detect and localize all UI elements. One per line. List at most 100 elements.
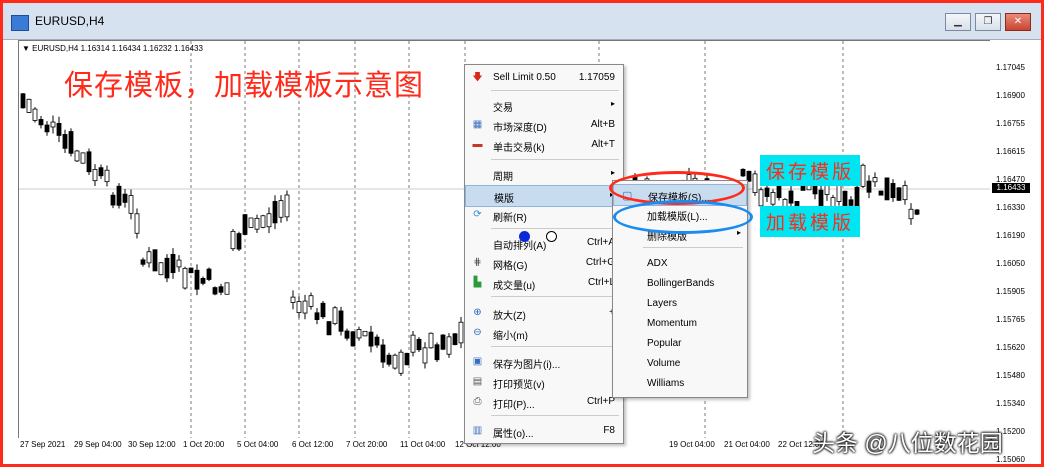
candle [860, 163, 866, 189]
time-tick-label: 19 Oct 04:00 [669, 440, 715, 449]
menu-separator [643, 247, 743, 248]
context-menu-item[interactable]: 自动排列(A) Ctrl+A [465, 233, 623, 253]
candle [446, 333, 452, 358]
context-menu-item[interactable]: 模版▸ [465, 185, 623, 207]
submenu-arrow-icon: ▸ [610, 168, 615, 177]
submenu-item-label: ADX [647, 258, 668, 269]
context-menu-item[interactable]: ⊖缩小(m)- [465, 323, 623, 343]
title-bar[interactable]: EURUSD,H4 ▁ ❐ ✕ [3, 3, 1041, 40]
context-menu-item[interactable]: ▥ 属性(o)... F8 [465, 421, 623, 441]
candle [134, 208, 140, 239]
candle [386, 352, 392, 367]
candle [20, 92, 26, 109]
menu-item-label: 打印预览(v) [493, 380, 545, 391]
template-submenu-item[interactable]: Layers [613, 294, 747, 314]
menu-item-label: 单击交易(k) [493, 143, 545, 154]
candle [440, 334, 446, 351]
candle [902, 180, 908, 205]
candle [842, 190, 848, 208]
template-submenu-item[interactable]: Williams [613, 374, 747, 394]
menu-item-shortcut: Ctrl+P [586, 396, 615, 407]
candle [908, 203, 914, 225]
context-menu-item[interactable]: ▣ 保存为图片(i)... [465, 352, 623, 372]
minimize-button[interactable]: ▁ [945, 13, 971, 31]
chart-context-menu[interactable]: 🡇 Sell Limit 0.50 1.17059 交易 ▸ ▦ 市场深度(D) Alt+B ▬… [464, 64, 624, 444]
candle [146, 246, 152, 268]
menu-item-shortcut: Ctrl+G [585, 257, 615, 268]
candle [878, 190, 884, 196]
menu-item-label: 交易 [493, 103, 513, 114]
annotation-title: 保存模板，加载模板示意图 [64, 70, 425, 102]
candle [314, 308, 320, 325]
close-button[interactable]: ✕ [1005, 13, 1031, 31]
menu-separator [491, 228, 619, 229]
blue-dot-marker [519, 231, 530, 242]
candle [884, 177, 890, 201]
menu-item-shortcut: Alt+T [591, 139, 615, 150]
maximize-button[interactable]: ❐ [975, 13, 1001, 31]
context-menu-item[interactable]: 交易 ▸ [465, 95, 623, 115]
price-tick-label: 1.16900 [996, 91, 1025, 100]
candle [176, 255, 182, 272]
submenu-item-label: Williams [647, 378, 685, 389]
candle [770, 189, 776, 208]
context-menu-item[interactable]: ▙ 成交量(u) Ctrl+L [465, 273, 623, 293]
candle [98, 164, 104, 179]
context-menu-item[interactable]: 周期 ▸ [465, 164, 623, 184]
candle [914, 209, 920, 216]
menu-item-label: 缩小(m) [493, 331, 528, 342]
window-title: EURUSD,H4 [35, 14, 105, 28]
candle [104, 165, 110, 187]
candle [416, 337, 422, 352]
price-tick-label: 1.16755 [996, 119, 1025, 128]
candle [380, 339, 386, 369]
candle [92, 164, 98, 186]
context-menu-item[interactable]: ⎙ 打印(P)... Ctrl+P [465, 392, 623, 412]
print-icon: ⎙ [473, 396, 482, 407]
menu-item-label: 刷新(R) [493, 213, 527, 224]
candle [206, 267, 212, 282]
menu-item-label: 市场深度(D) [493, 123, 547, 134]
candle [404, 352, 410, 366]
candle [230, 229, 236, 252]
candle [266, 207, 272, 234]
menu-separator [491, 159, 619, 160]
context-menu-item[interactable]: ▦ 市场深度(D) Alt+B [465, 115, 623, 135]
price-tick-label: 1.15480 [996, 371, 1025, 380]
candle [236, 231, 242, 251]
candle [224, 282, 230, 295]
chart-window-icon [11, 15, 29, 31]
candle [194, 264, 200, 296]
submenu-item-label: Layers [647, 298, 678, 309]
menu-item-shortcut: F8 [603, 425, 615, 436]
print-preview-icon: ▤ [472, 376, 483, 387]
candle [368, 325, 374, 353]
context-menu-item[interactable]: ▤ 打印预览(v) [465, 372, 623, 392]
zoom-in-icon: ⊕ [473, 307, 482, 318]
candle [170, 248, 176, 279]
template-submenu-item[interactable]: Popular [613, 334, 747, 354]
candle [110, 192, 116, 209]
candle [44, 121, 50, 136]
candle [890, 179, 896, 202]
chart-symbol-info: ▼ EURUSD,H4 1.16314 1.16434 1.16232 1.16… [22, 44, 203, 53]
candle [740, 168, 746, 177]
candle [350, 331, 356, 347]
price-tick-label: 1.15905 [996, 287, 1025, 296]
candle [290, 290, 296, 310]
context-menu-item[interactable]: ⊕放大(Z)+ [465, 303, 623, 323]
menu-separator [491, 415, 619, 416]
menu-separator [491, 346, 619, 347]
template-submenu-item[interactable]: Momentum [613, 314, 747, 334]
depth-icon: ▦ [472, 119, 483, 130]
template-submenu-item[interactable]: Volume [613, 354, 747, 374]
candle [242, 214, 248, 236]
template-submenu-item[interactable]: BollingerBands [613, 274, 747, 294]
template-submenu-item[interactable]: ADX [613, 254, 747, 274]
context-menu-item[interactable]: ▬ 单击交易(k) Alt+T [465, 135, 623, 155]
candle [872, 172, 878, 188]
context-menu-item[interactable]: ⟳ 刷新(R) [465, 205, 623, 225]
price-tick-label: 1.15620 [996, 343, 1025, 352]
context-menu-item[interactable]: 🡇 Sell Limit 0.50 1.17059 [465, 68, 623, 88]
context-menu-item[interactable]: ⋕ 网格(G) Ctrl+G [465, 253, 623, 273]
